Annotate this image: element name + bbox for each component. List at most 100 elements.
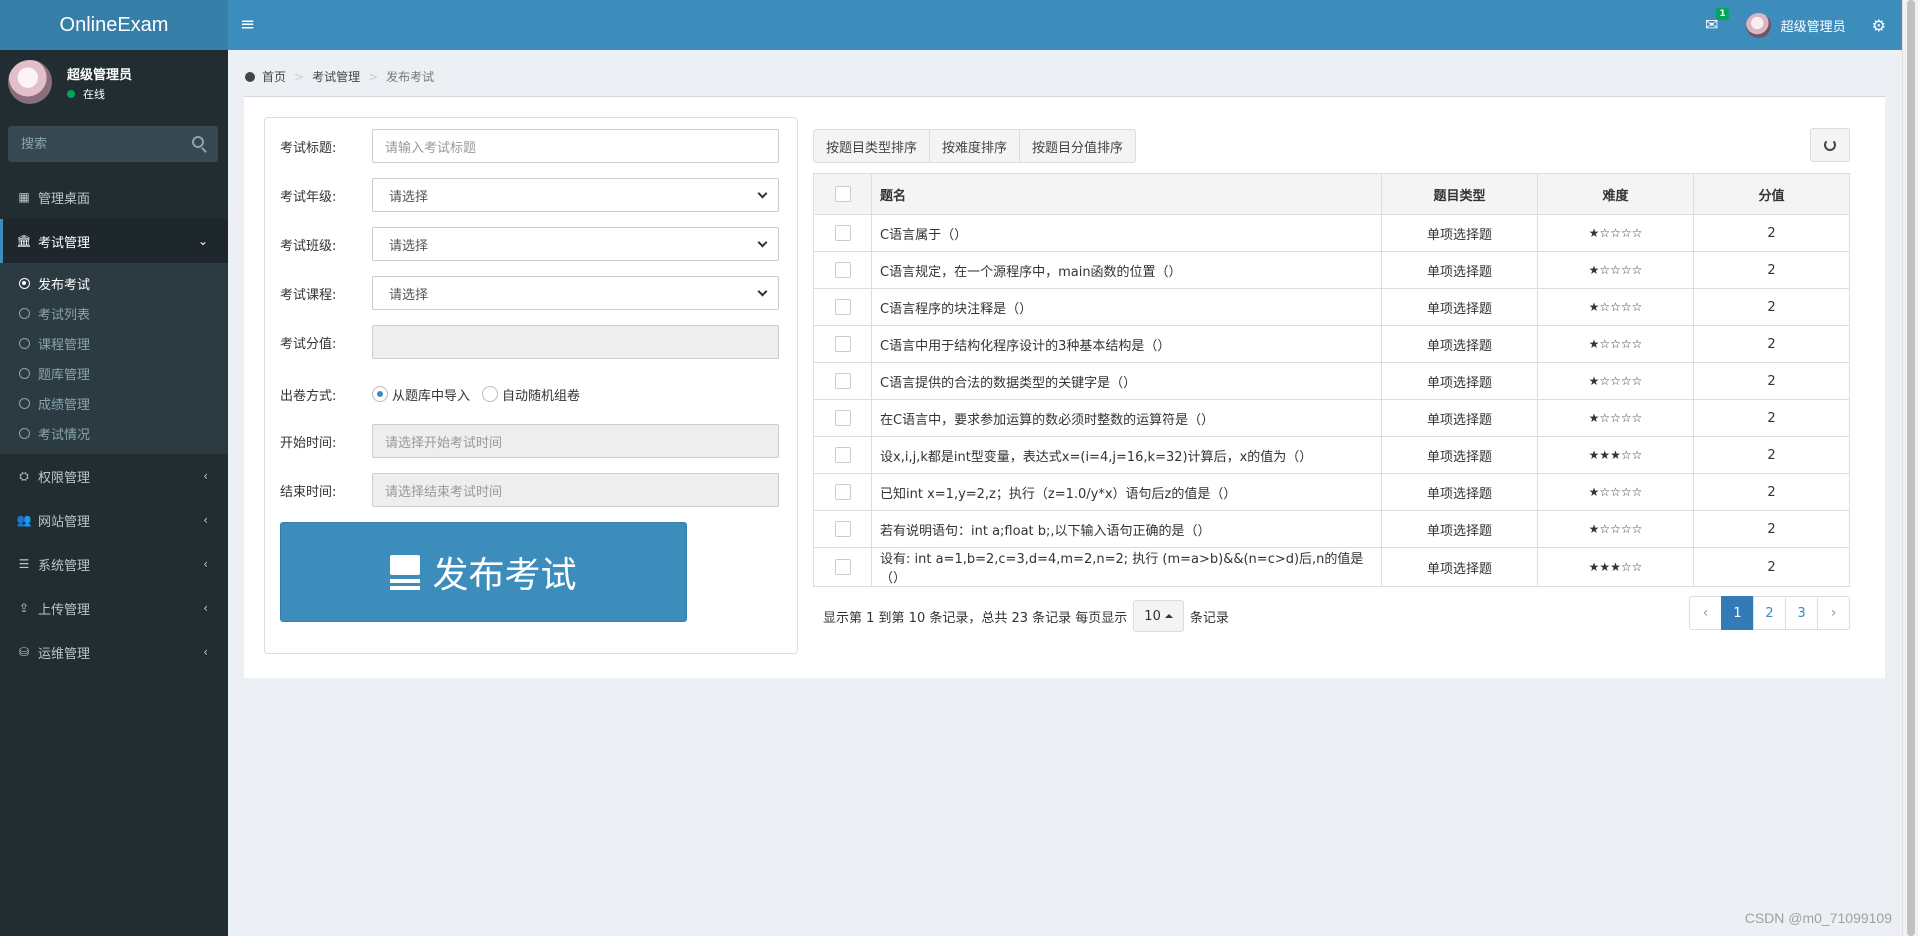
mail-icon[interactable]: ✉ 1 [1702,8,1729,35]
settings-gear-icon[interactable]: ⚙ [1872,16,1886,35]
radio-import-from-bank[interactable]: 从题库中导入 [372,385,470,404]
question-title: 设x,i,j,k都是int型变量，表达式x=(i=4,j=16,k=32)计算后… [871,436,1382,474]
table-row[interactable]: C语言提供的合法的数据类型的关键字是（） 单项选择题 ★☆☆☆☆ 2 [813,362,1850,400]
page-scrollbar[interactable] [1902,0,1918,936]
table-row[interactable]: 设x,i,j,k都是int型变量，表达式x=(i=4,j=16,k=32)计算后… [813,436,1850,474]
page-button-2[interactable]: 2 [1753,596,1786,630]
question-score: 2 [1693,325,1850,363]
row-checkbox[interactable] [834,410,851,426]
radio-label: 自动随机组卷 [502,388,581,404]
row-select-cell [813,436,872,474]
table-row[interactable]: 在C语言中，要求参加运算的数必须时整数的运算符是（） 单项选择题 ★☆☆☆☆ 2 [813,399,1850,437]
row-checkbox[interactable] [834,559,851,575]
question-title: 设有: int a=1,b=2,c=3,d=4,m=2,n=2; 执行 (m=a… [871,547,1382,587]
radio-label: 从题库中导入 [392,388,471,404]
search-icon[interactable] [192,136,204,148]
prev-page-button[interactable]: ‹ [1689,596,1722,630]
content-box: 考试标题: 请输入考试标题 考试年级: 请选择 考试班级: 请选择 考试课程: … [244,96,1885,678]
user-menu[interactable]: 超级管理员 [1745,12,1846,38]
chevron-down-icon: ⌄ [197,234,208,248]
users-icon: 👥 [16,513,32,527]
sort-by-difficulty-button[interactable]: 按难度排序 [929,129,1021,163]
table-header-row: 题名 题目类型 难度 分值 [813,173,1850,215]
refresh-button[interactable] [1810,128,1850,162]
chevron-left-icon: ‹ [203,645,208,659]
online-dot-icon [67,90,75,98]
row-select-cell [813,362,872,400]
table-row[interactable]: C语言属于（） 单项选择题 ★☆☆☆☆ 2 [813,214,1850,252]
row-checkbox[interactable] [834,484,851,500]
question-type: 单项选择题 [1381,436,1538,474]
exam-class-select[interactable]: 请选择 [372,227,779,261]
row-checkbox[interactable] [834,373,851,389]
table-row[interactable]: C语言程序的块注释是（） 单项选择题 ★☆☆☆☆ 2 [813,288,1850,326]
row-checkbox[interactable] [834,299,851,315]
radio-checked-icon [372,386,388,402]
exam-title-label: 考试标题: [280,140,337,156]
publish-exam-button[interactable]: 发布考试 [280,522,687,622]
sidebar-item-upload[interactable]: ⇪ 上传管理 ‹ [0,586,228,630]
submenu-item-course-management[interactable]: 课程管理 [0,328,228,358]
page-size-dropdown[interactable]: 10 [1133,600,1184,632]
submenu-item-exam-status[interactable]: 考试情况 [0,418,228,448]
question-difficulty: ★☆☆☆☆ [1537,473,1694,511]
sort-by-type-button[interactable]: 按题目类型排序 [813,129,931,163]
sort-toolbar: 按题目类型排序 按难度排序 按题目分值排序 [813,129,1137,163]
row-checkbox[interactable] [834,521,851,537]
table-row[interactable]: 已知int x=1,y=2,z；执行（z=1.0/y*x）语句后z的值是（） 单… [813,473,1850,511]
form-row-class: 考试班级: 请选择 [280,227,779,261]
sidebar-item-website[interactable]: 👥 网站管理 ‹ [0,498,228,542]
table-row[interactable]: C语言中用于结构化程序设计的3种基本结构是（） 单项选择题 ★☆☆☆☆ 2 [813,325,1850,363]
row-checkbox[interactable] [834,336,851,352]
sidebar-item-ops[interactable]: ⛁ 运维管理 ‹ [0,630,228,674]
row-checkbox[interactable] [834,262,851,278]
radio-random-generate[interactable]: 自动随机组卷 [482,385,580,404]
column-header-title[interactable]: 题名 [871,173,1382,215]
question-score: 2 [1693,510,1850,548]
submenu-item-exam-list[interactable]: 考试列表 [0,298,228,328]
submenu-item-question-bank[interactable]: 题库管理 [0,358,228,388]
monitor-icon [390,555,421,589]
sidebar: 超级管理员 在线 ▦ 管理桌面 🏛 考试管理 ⌄ 发布考试 考试列表 [0,50,228,936]
select-all-checkbox[interactable] [834,186,851,202]
table-row[interactable]: 若有说明语句：int a;float b;,以下输入语句正确的是（） 单项选择题… [813,510,1850,548]
column-header-type[interactable]: 题目类型 [1381,173,1538,215]
sidebar-item-dashboard[interactable]: ▦ 管理桌面 [0,175,228,219]
submenu-item-grade-management[interactable]: 成绩管理 [0,388,228,418]
sidebar-item-label: 系统管理 [38,558,91,574]
page-button-3[interactable]: 3 [1785,596,1818,630]
sort-by-score-button[interactable]: 按题目分值排序 [1019,129,1137,163]
question-table: 题名 题目类型 难度 分值 C语言属于（） 单项选择题 ★☆☆☆☆ 2 C语言规… [813,173,1850,587]
sidebar-toggle-icon[interactable]: ≡ [240,15,256,35]
brand-logo[interactable]: OnlineExam [0,0,228,50]
chevron-left-icon: ‹ [203,513,208,527]
exam-grade-select[interactable]: 请选择 [372,178,779,212]
exam-title-input[interactable]: 请输入考试标题 [372,129,779,163]
column-header-score[interactable]: 分值 [1693,173,1850,215]
exam-course-value: 请选择 [389,287,429,303]
row-checkbox[interactable] [834,447,851,463]
sidebar-item-exam-management[interactable]: 🏛 考试管理 ⌄ [0,219,228,263]
table-row[interactable]: 设有: int a=1,b=2,c=3,d=4,m=2,n=2; 执行 (m=a… [813,547,1850,587]
exam-class-value: 请选择 [389,238,429,254]
sidebar-item-permission[interactable]: ⛭ 权限管理 ‹ [0,454,228,498]
breadcrumb-home[interactable]: 首页 [262,68,286,85]
exam-start-time-input[interactable]: 请选择开始考试时间 [372,424,779,458]
question-score: 2 [1693,214,1850,252]
question-difficulty: ★☆☆☆☆ [1537,362,1694,400]
exam-end-time-input[interactable]: 请选择结束考试时间 [372,473,779,507]
submenu-item-publish-exam[interactable]: 发布考试 [0,268,228,298]
sidebar-item-system[interactable]: ☰ 系统管理 ‹ [0,542,228,586]
scrollbar-thumb[interactable] [1907,0,1915,936]
header-right: ✉ 1 超级管理员 ⚙ [1702,0,1902,50]
table-row[interactable]: C语言规定，在一个源程序中，main函数的位置（） 单项选择题 ★☆☆☆☆ 2 [813,251,1850,289]
page-button-1[interactable]: 1 [1721,596,1754,630]
search-input[interactable] [8,126,178,162]
row-checkbox[interactable] [834,225,851,241]
question-type: 单项选择题 [1381,473,1538,511]
next-page-button[interactable]: › [1817,596,1850,630]
exam-course-select[interactable]: 请选择 [372,276,779,310]
column-header-difficulty[interactable]: 难度 [1537,173,1694,215]
breadcrumb-section[interactable]: 考试管理 [312,68,360,85]
circle-icon [19,277,30,289]
